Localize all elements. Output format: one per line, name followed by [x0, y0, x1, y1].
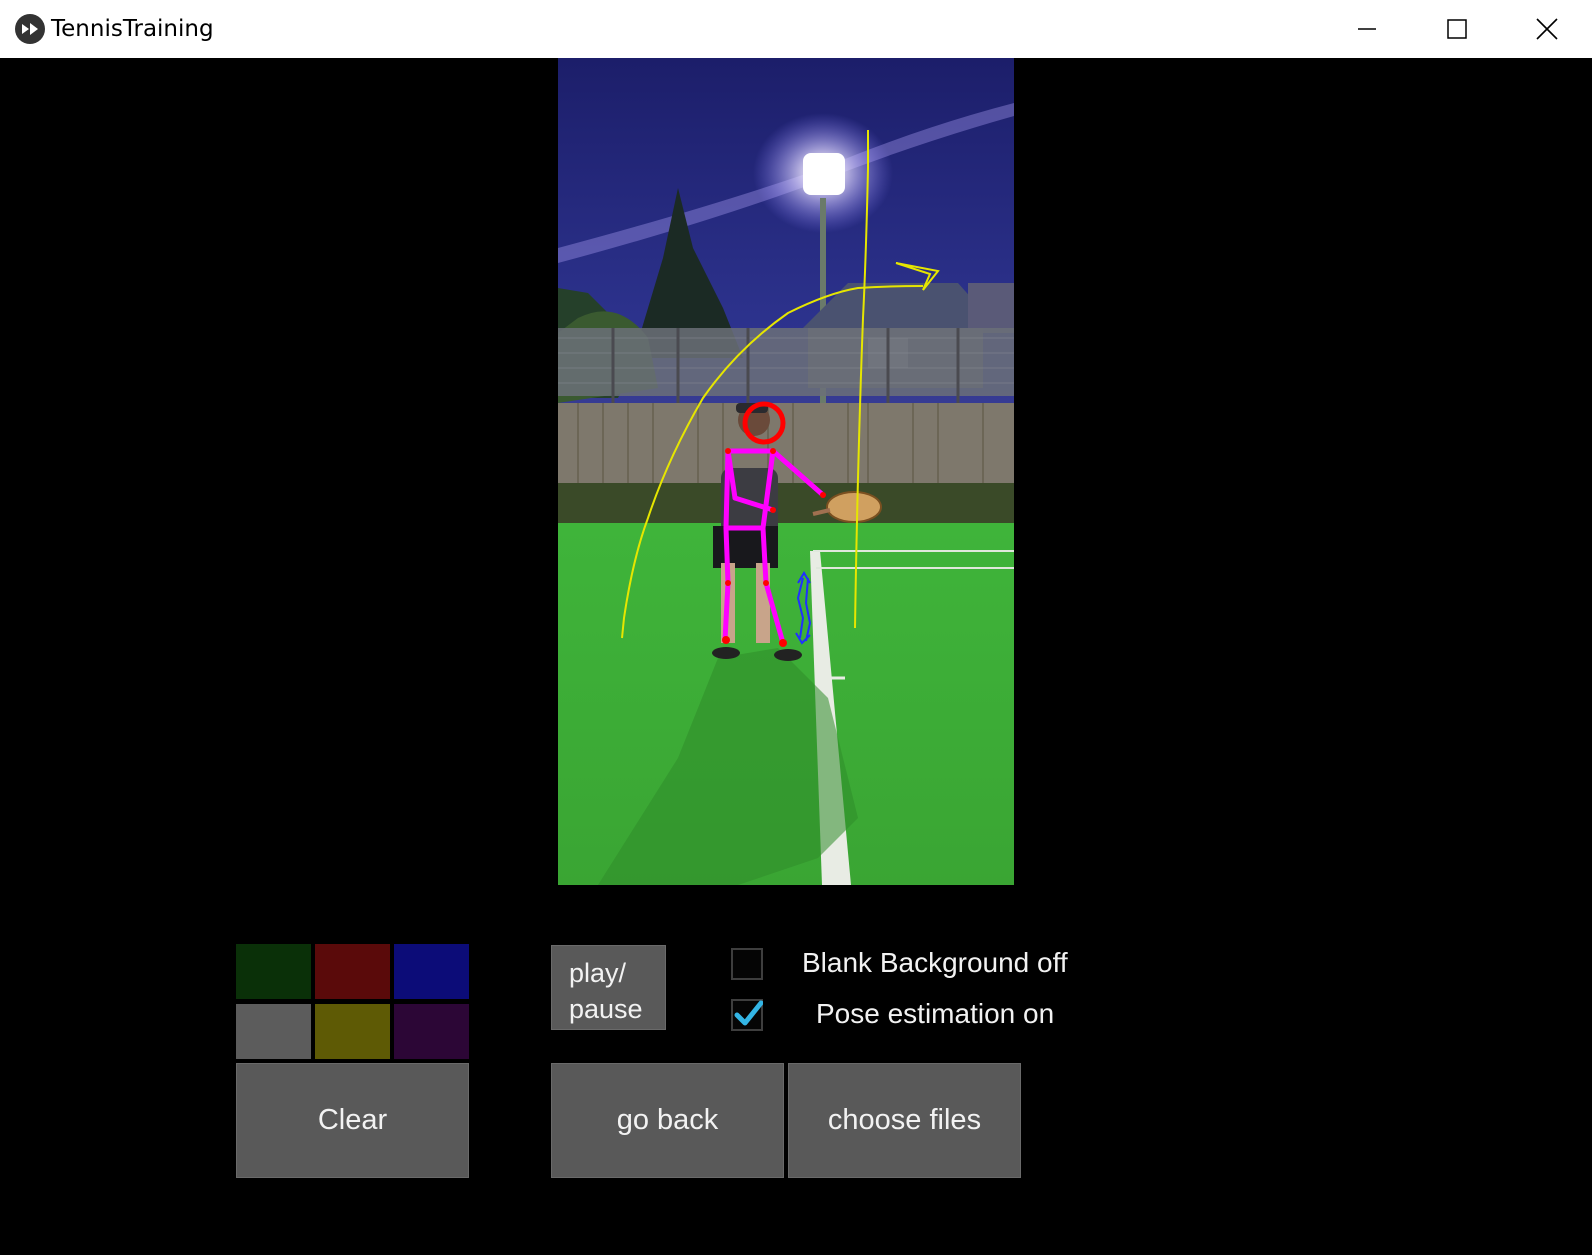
maximize-button[interactable]	[1412, 0, 1502, 58]
swatch-dark-green[interactable]	[236, 944, 311, 999]
hedge	[558, 483, 1014, 528]
swatch-dark-purple[interactable]	[394, 1004, 469, 1059]
go-back-button[interactable]: go back	[551, 1063, 784, 1178]
swatch-dark-red[interactable]	[315, 944, 390, 999]
color-palette	[236, 944, 469, 1060]
swatch-gray[interactable]	[236, 1004, 311, 1059]
minimize-icon	[1358, 28, 1376, 30]
minimize-button[interactable]	[1322, 0, 1412, 58]
blank-background-checkbox[interactable]	[731, 948, 763, 980]
app-icon	[15, 14, 45, 44]
swatch-dark-blue[interactable]	[394, 944, 469, 999]
clear-button[interactable]: Clear	[236, 1063, 469, 1178]
choose-files-button[interactable]: choose files	[788, 1063, 1021, 1178]
maximize-icon	[1447, 19, 1467, 39]
pose-estimation-label: Pose estimation on	[816, 998, 1055, 1029]
pose-estimation-checkbox[interactable]	[731, 999, 763, 1031]
close-button[interactable]	[1502, 0, 1592, 58]
title-bar: TennisTraining	[0, 0, 1592, 58]
window-title: TennisTraining	[51, 16, 214, 42]
floodlight	[803, 153, 845, 195]
racket	[826, 491, 882, 523]
swatch-olive[interactable]	[315, 1004, 390, 1059]
play-pause-button[interactable]: play/ pause	[551, 945, 666, 1030]
close-icon	[1536, 18, 1558, 40]
wooden-fence	[558, 403, 1014, 488]
checkmark-icon	[734, 1000, 763, 1026]
blank-background-label: Blank Background off	[802, 947, 1068, 978]
video-canvas[interactable]	[558, 58, 1014, 885]
